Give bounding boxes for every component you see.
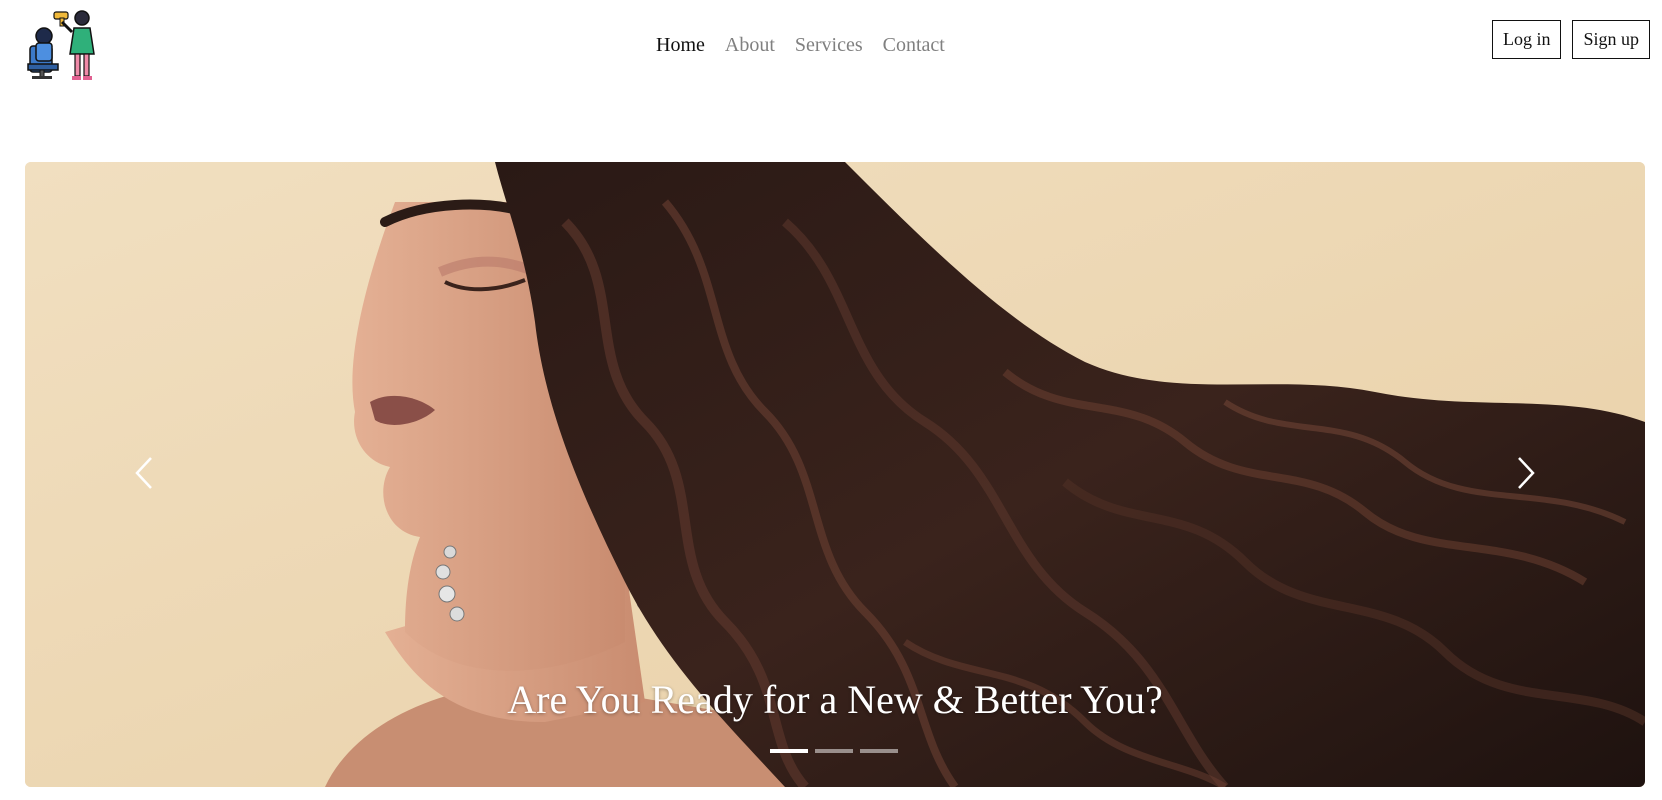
nav-contact-link[interactable]: Contact xyxy=(883,32,945,58)
salon-logo[interactable] xyxy=(26,6,106,82)
nav-about-link[interactable]: About xyxy=(725,32,775,58)
carousel-next-button[interactable] xyxy=(1505,448,1545,498)
carousel-indicator-2[interactable] xyxy=(815,749,853,753)
hero-carousel: Are You Ready for a New & Better You? xyxy=(25,162,1645,787)
carousel-prev-button[interactable] xyxy=(125,448,165,498)
page: Home About Services Contact Log in Sign … xyxy=(0,0,1662,800)
auth-buttons: Log in Sign up xyxy=(1491,20,1650,59)
nav-services-link[interactable]: Services xyxy=(795,32,863,58)
carousel-indicator-3[interactable] xyxy=(860,749,898,753)
carousel-indicator-1[interactable] xyxy=(770,749,808,753)
signup-button[interactable]: Sign up xyxy=(1572,20,1650,59)
hairdresser-icon xyxy=(27,10,95,80)
chevron-left-icon xyxy=(135,457,152,489)
nav-home-link[interactable]: Home xyxy=(656,32,705,58)
chevron-right-icon xyxy=(1518,457,1535,489)
login-button[interactable]: Log in xyxy=(1491,20,1562,59)
carousel-indicators xyxy=(770,749,898,753)
main-nav: Home About Services Contact xyxy=(656,32,965,58)
hero-caption: Are You Ready for a New & Better You? xyxy=(507,677,1163,722)
